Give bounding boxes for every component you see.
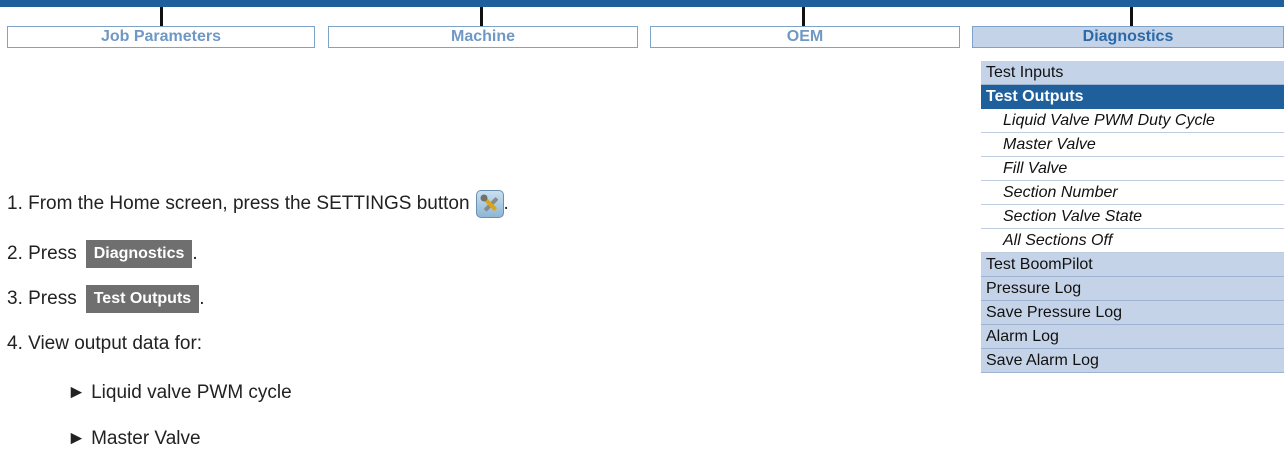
diagnostics-menu: Test Inputs Test Outputs Liquid Valve PW… (981, 61, 1284, 373)
tab-connector-job-parameters (160, 7, 163, 26)
step-1-text: 1. From the Home screen, press the SETTI… (7, 193, 470, 214)
tab-connector-machine (480, 7, 483, 26)
diagnostics-button[interactable]: Diagnostics (85, 240, 193, 268)
tab-connector-oem (802, 7, 805, 26)
submenu-item-section-valve-state[interactable]: Section Valve State (981, 205, 1284, 229)
submenu-item-fill-valve[interactable]: Fill Valve (981, 157, 1284, 181)
step-2-text: 2. Press (7, 243, 77, 264)
menu-item-pressure-log[interactable]: Pressure Log (981, 277, 1284, 301)
step-4-text: 4. View output data for: (7, 333, 203, 354)
submenu-item-section-number[interactable]: Section Number (981, 181, 1284, 205)
bullet-master-valve: ► Master Valve (67, 428, 201, 449)
step-1: 1. From the Home screen, press the SETTI… (7, 189, 509, 219)
tab-oem[interactable]: OEM (650, 26, 960, 48)
menu-item-test-inputs[interactable]: Test Inputs (981, 61, 1284, 85)
menu-item-alarm-log[interactable]: Alarm Log (981, 325, 1284, 349)
top-bar (0, 0, 1284, 7)
tab-diagnostics[interactable]: Diagnostics (972, 26, 1284, 48)
test-outputs-button[interactable]: Test Outputs (85, 285, 200, 313)
settings-tools-icon (475, 190, 504, 218)
tab-job-parameters[interactable]: Job Parameters (7, 26, 315, 48)
submenu-item-master-valve[interactable]: Master Valve (981, 133, 1284, 157)
tab-machine[interactable]: Machine (328, 26, 638, 48)
step-4: 4. View output data for: (7, 331, 202, 357)
step-1-end: . (503, 193, 509, 214)
menu-item-test-outputs[interactable]: Test Outputs (981, 85, 1284, 109)
menu-item-save-alarm-log[interactable]: Save Alarm Log (981, 349, 1284, 373)
submenu-item-all-sections-off[interactable]: All Sections Off (981, 229, 1284, 253)
tab-connector-diagnostics (1130, 7, 1133, 26)
submenu-item-liquid-valve-pwm-duty-cycle[interactable]: Liquid Valve PWM Duty Cycle (981, 109, 1284, 133)
step-3: 3. Press Test Outputs . (7, 284, 204, 314)
step-3-end: . (199, 288, 205, 309)
step-2-end: . (192, 243, 198, 264)
step-3-text: 3. Press (7, 288, 77, 309)
step-2: 2. Press Diagnostics . (7, 239, 198, 269)
bullet-liquid-valve: ► Liquid valve PWM cycle (67, 382, 292, 403)
menu-item-test-boompilot[interactable]: Test BoomPilot (981, 253, 1284, 277)
menu-item-save-pressure-log[interactable]: Save Pressure Log (981, 301, 1284, 325)
